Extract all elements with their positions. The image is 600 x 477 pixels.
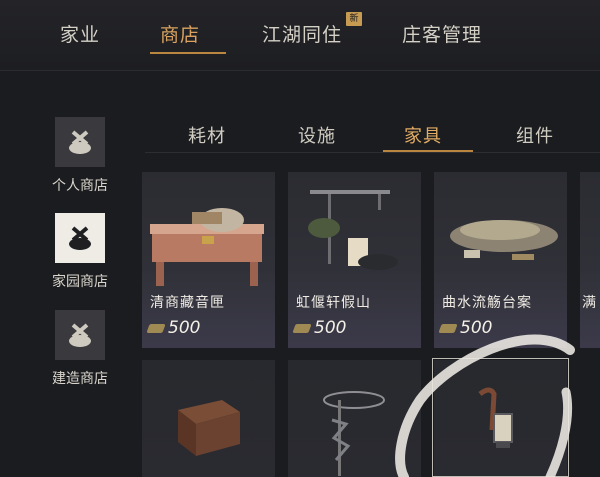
rockery-icon [308,190,398,270]
side-item-home-shop[interactable]: 家园商店 [40,213,120,291]
item-card-partial[interactable]: 满 [580,172,600,348]
wooden-chest-icon [178,400,240,456]
item-card[interactable]: 清商藏音匣 500 [142,172,275,348]
item-name: 清商藏音匣 [150,295,225,311]
new-badge: 新 [346,12,362,26]
side-item-build-shop[interactable]: 建造商店 [40,310,120,388]
stone-table-icon [450,220,558,260]
side-item-label: 个人商店 [52,178,108,194]
subtab-consumables[interactable]: 耗材 [188,122,226,148]
item-price: 500 [314,318,347,338]
active-tab-underline [150,52,226,54]
tab-zhuangke-guanli[interactable]: 庄客管理 [402,20,482,50]
coin-icon [292,324,312,333]
item-card[interactable] [142,360,275,477]
side-item-label: 建造商店 [52,371,108,387]
item-name: 满 [582,295,597,311]
coin-icon [146,324,166,333]
tab-shop[interactable]: 商店 [160,20,200,50]
bag-icon [55,213,105,263]
item-price: 500 [168,318,201,338]
item-card[interactable]: 虹偃轩假山 500 [288,172,421,348]
tab-jianghu-tongzhu[interactable]: 江湖同住 [262,20,342,50]
subtab-components[interactable]: 组件 [516,122,554,148]
bag-icon [55,117,105,167]
item-name: 虹偃轩假山 [296,295,371,311]
coin-icon [438,324,458,333]
hanging-rack-icon [323,391,385,476]
item-card[interactable] [288,360,421,477]
item-card[interactable]: 曲水流觞台案 500 [434,172,567,348]
selected-item-frame [432,358,569,477]
side-item-label: 家园商店 [52,274,108,290]
bag-icon [55,310,105,360]
item-name: 曲水流觞台案 [442,295,532,311]
subtab-furniture[interactable]: 家具 [404,122,442,148]
item-price: 500 [460,318,493,338]
side-item-personal-shop[interactable]: 个人商店 [40,117,120,195]
subtab-facilities[interactable]: 设施 [298,122,336,148]
active-subtab-underline [383,150,473,152]
subtab-divider [145,152,600,153]
top-nav: 家业 商店 江湖同住 新 庄客管理 [0,0,600,71]
tab-jiaye[interactable]: 家业 [60,20,100,50]
music-box-icon [150,208,264,286]
